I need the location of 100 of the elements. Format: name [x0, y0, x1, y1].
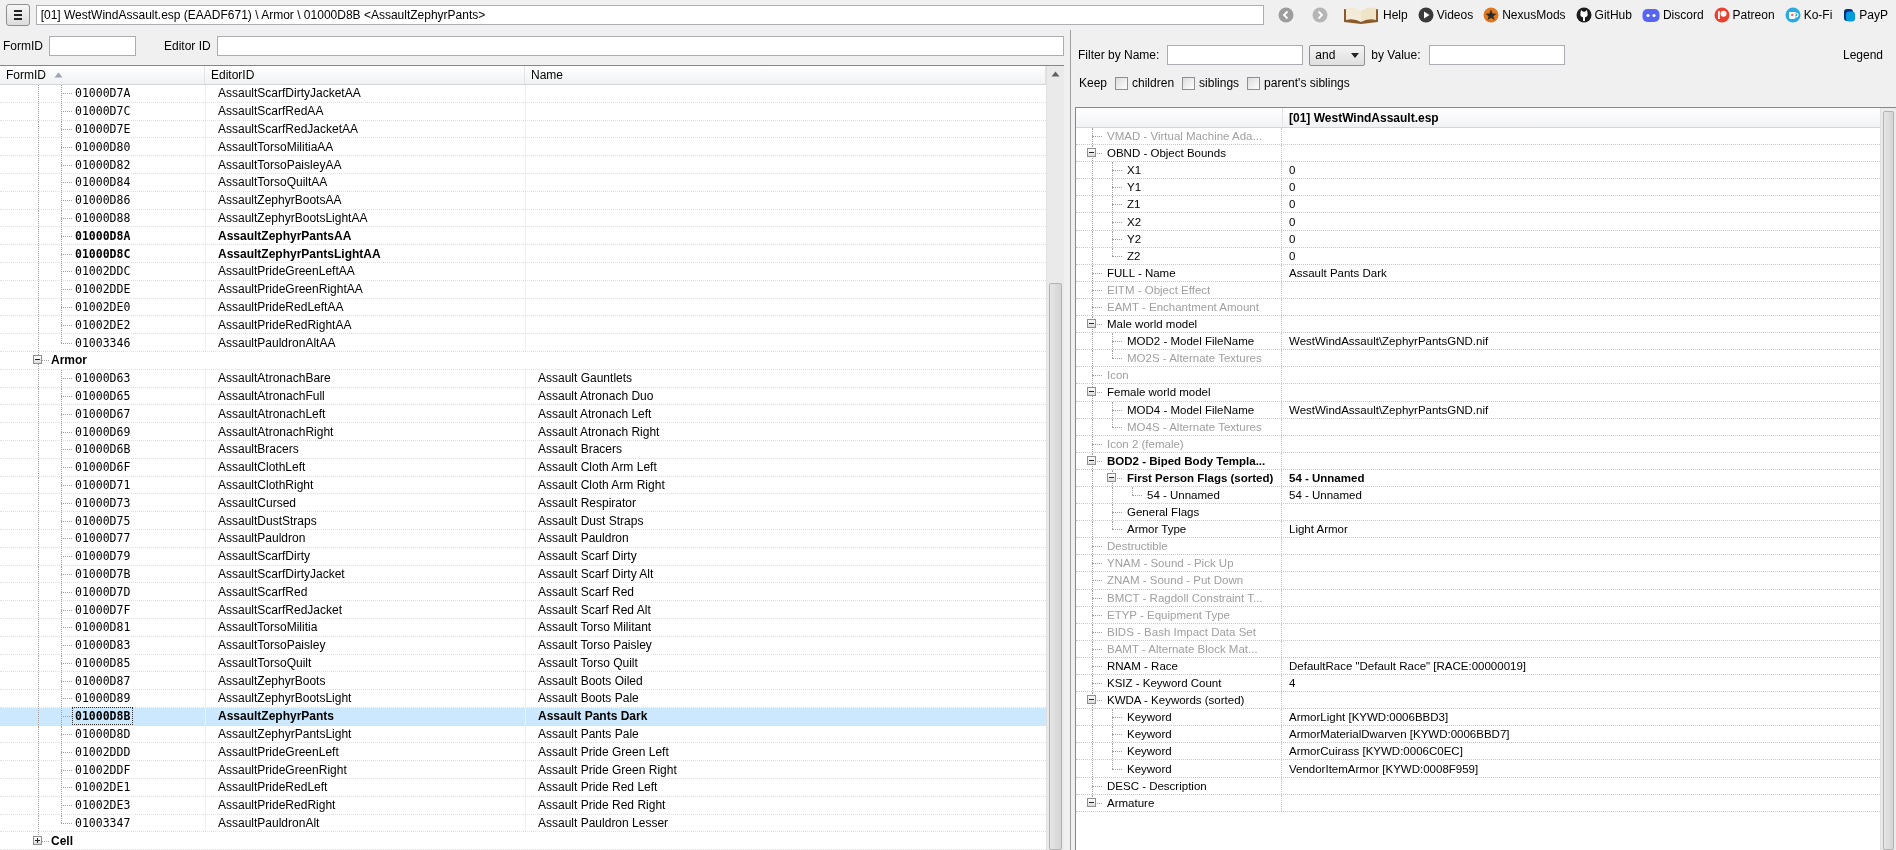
element-row[interactable]: MOD4 - Model FileName WestWindAssault\ZephyrPantsGND.nif	[1076, 401, 1880, 419]
record-row[interactable]: 01000D83 AssaultTorsoPaisley Assault Torso Paisley	[0, 636, 1046, 655]
path-field[interactable]: [01] WestWindAssault.esp (EAADF671) \ Armor \ 01000D8B <AssaultZephyrPants>	[35, 5, 1265, 25]
group-row[interactable]: Armor	[0, 351, 1046, 370]
record-row[interactable]: 01000D80 AssaultTorsoMilitiaAA	[0, 138, 1046, 157]
element-row[interactable]: DESC - Description	[1076, 777, 1880, 795]
column-header[interactable]: [01] WestWindAssault.esp	[1283, 108, 1439, 127]
record-row[interactable]: 01000D7F AssaultScarfRedJacket Assault Scarf Red Alt	[0, 601, 1046, 619]
value-filter-field[interactable]	[1428, 45, 1565, 65]
record-row[interactable]: 01002DDD AssaultPrideGreenLeft Assault Pride Green Left	[0, 743, 1046, 762]
scroll-up-icon[interactable]	[1051, 71, 1060, 77]
record-row[interactable]: 01002DE1 AssaultPrideRedLeft Assault Pride Red Left	[0, 779, 1046, 797]
record-row[interactable]: 01002DE0 AssaultPrideRedLeftAA	[0, 298, 1046, 317]
toolbar-link[interactable]: NexusMods	[1483, 7, 1566, 23]
record-row[interactable]: 01000D7C AssaultScarfRedAA	[0, 102, 1046, 121]
element-row[interactable]: KSIZ - Keyword Count 4	[1076, 675, 1880, 693]
element-row[interactable]: X1 0	[1076, 162, 1880, 180]
element-row[interactable]: MOD2 - Model FileName WestWindAssault\ZephyrPantsGND.nif	[1076, 333, 1880, 351]
element-row[interactable]: Y2 0	[1076, 230, 1880, 248]
checkbox[interactable]	[1182, 76, 1196, 90]
element-row[interactable]: BOD2 - Biped Body Templa...	[1076, 452, 1880, 470]
record-row[interactable]: 01000D63 AssaultAtronachBare Assault Gauntlets	[0, 369, 1046, 388]
formid-field[interactable]	[49, 35, 136, 56]
toolbar-link[interactable]: Ko-Fi	[1784, 7, 1833, 23]
star-icon[interactable]	[1483, 7, 1500, 23]
element-row[interactable]: Keyword ArmorMaterialDwarven [KYWD:0006BBD7]	[1076, 726, 1880, 744]
operator-dropdown[interactable]: and	[1309, 44, 1366, 66]
checkbox[interactable]	[1247, 76, 1261, 90]
collapse-icon[interactable]	[32, 355, 42, 365]
record-row[interactable]: 01000D69 AssaultAtronachRight Assault Atronach Right	[0, 423, 1046, 441]
element-row[interactable]: Male world model	[1076, 316, 1880, 334]
keep-option[interactable]: parent's siblings	[1247, 76, 1350, 90]
record-row[interactable]: 01000D71 AssaultClothRight Assault Cloth Arm Right	[0, 476, 1046, 495]
record-row[interactable]: 01000D7D AssaultScarfRed Assault Scarf Red	[0, 583, 1046, 602]
record-row[interactable]: 01000D84 AssaultTorsoQuiltAA	[0, 174, 1046, 192]
keep-option[interactable]: siblings	[1182, 76, 1240, 90]
element-row[interactable]: Keyword ArmorCuirass [KYWD:0006C0EC]	[1076, 743, 1880, 761]
element-row[interactable]: First Person Flags (sorted) 54 - Unnamed	[1076, 469, 1880, 487]
element-row[interactable]: Y1 0	[1076, 179, 1880, 197]
toolbar-link[interactable]: Discord	[1641, 6, 1704, 24]
element-row[interactable]: Female world model	[1076, 384, 1880, 402]
play-icon[interactable]	[1417, 7, 1434, 23]
record-row[interactable]: 01000D73 AssaultCursed Assault Respirator	[0, 494, 1046, 513]
scrollbar-thumb[interactable]	[1049, 283, 1062, 850]
column-header[interactable]: FormID	[0, 66, 205, 84]
circle-icon[interactable]	[1713, 7, 1730, 23]
element-row[interactable]: FULL - Name Assault Pants Dark	[1076, 264, 1880, 282]
toolbar-link[interactable]: GitHub	[1575, 7, 1632, 23]
element-row[interactable]: Z2 0	[1076, 247, 1880, 265]
record-row[interactable]: 01000D8A AssaultZephyrPantsAA	[0, 227, 1046, 246]
record-row[interactable]: 01002DE3 AssaultPrideRedRight Assault Pride Red Right	[0, 796, 1046, 815]
record-row[interactable]: 01000D65 AssaultAtronachFull Assault Atronach Duo	[0, 387, 1046, 406]
record-row[interactable]: 01000D75 AssaultDustStraps Assault Dust Straps	[0, 512, 1046, 530]
collapse-icon[interactable]	[1087, 455, 1096, 465]
column-header[interactable]: EditorID	[205, 66, 525, 84]
book-icon[interactable]	[1342, 4, 1381, 26]
record-row[interactable]: 01000D67 AssaultAtronachLeft Assault Atronach Left	[0, 405, 1046, 424]
element-row[interactable]: X2 0	[1076, 213, 1880, 231]
keep-option[interactable]: children	[1115, 76, 1175, 90]
element-row[interactable]: Armature	[1076, 794, 1880, 812]
collapse-icon[interactable]	[1107, 472, 1116, 482]
record-row[interactable]: 01000D8D AssaultZephyrPantsLight Assault Pants Pale	[0, 725, 1046, 744]
scrollbar[interactable]	[1046, 66, 1064, 850]
element-row[interactable]: Keyword VendorItemArmor [KYWD:0008F959]	[1076, 760, 1880, 778]
record-row[interactable]: 01000D7E AssaultScarfRedJacketAA	[0, 120, 1046, 139]
legend-button[interactable]: Legend	[1842, 48, 1883, 62]
collapse-icon[interactable]	[1087, 148, 1096, 158]
record-row[interactable]: 01002DDF AssaultPrideGreenRight Assault Pride Green Right	[0, 761, 1046, 780]
expand-icon[interactable]	[32, 835, 42, 845]
cup-icon[interactable]	[1784, 7, 1801, 23]
collapse-icon[interactable]	[1087, 797, 1096, 807]
record-row[interactable]: 01003346 AssaultPauldronAltAA	[0, 334, 1046, 352]
element-row[interactable]: KWDA - Keywords (sorted)	[1076, 692, 1880, 710]
caret-icon[interactable]	[1351, 52, 1360, 58]
record-row[interactable]: 01002DDC AssaultPrideGreenLeftAA	[0, 262, 1046, 281]
record-row[interactable]: 01000D6B AssaultBracers Assault Bracers	[0, 440, 1046, 459]
record-row[interactable]: 01000D7A AssaultScarfDirtyJacketAA	[0, 85, 1046, 103]
record-row[interactable]: 01000D77 AssaultPauldron Assault Pauldron	[0, 529, 1046, 548]
element-row[interactable]: Keyword ArmorLight [KYWD:0006BBD3]	[1076, 709, 1880, 727]
record-row[interactable]: 01000D85 AssaultTorsoQuilt Assault Torso Quilt	[0, 654, 1046, 673]
toolbar-link[interactable]: Patreon	[1713, 7, 1775, 23]
controller-icon[interactable]	[1641, 6, 1660, 24]
record-row[interactable]: 01000D86 AssaultZephyrBootsAA	[0, 191, 1046, 210]
menu-icon[interactable]	[12, 9, 23, 21]
record-row[interactable]: 01000D8B AssaultZephyrPants Assault Pants Dark	[0, 707, 1046, 726]
record-row[interactable]: 01000D81 AssaultTorsoMilitia Assault Torso Militant	[0, 618, 1046, 637]
toolbar-link[interactable]: Videos	[1417, 7, 1474, 23]
record-row[interactable]: 01000D87 AssaultZephyrBoots Assault Boots Oiled	[0, 672, 1046, 691]
element-row[interactable]: Armor Type Light Armor	[1076, 521, 1880, 539]
element-row[interactable]: RNAM - Race DefaultRace "Default Race" [RACE:00000019]	[1076, 657, 1880, 675]
menu-button[interactable]	[6, 4, 30, 26]
record-row[interactable]: 01002DDE AssaultPrideGreenRightAA	[0, 280, 1046, 299]
checkbox[interactable]	[1115, 76, 1129, 90]
name-filter-field[interactable]	[1167, 45, 1304, 65]
collapse-icon[interactable]	[1087, 319, 1096, 329]
element-row[interactable]: General Flags	[1076, 504, 1880, 522]
collapse-icon[interactable]	[1087, 387, 1096, 397]
toolbar-link[interactable]: Help	[1342, 4, 1408, 26]
record-row[interactable]: 01000D82 AssaultTorsoPaisleyAA	[0, 156, 1046, 174]
group-row[interactable]: Cell	[0, 832, 1046, 850]
